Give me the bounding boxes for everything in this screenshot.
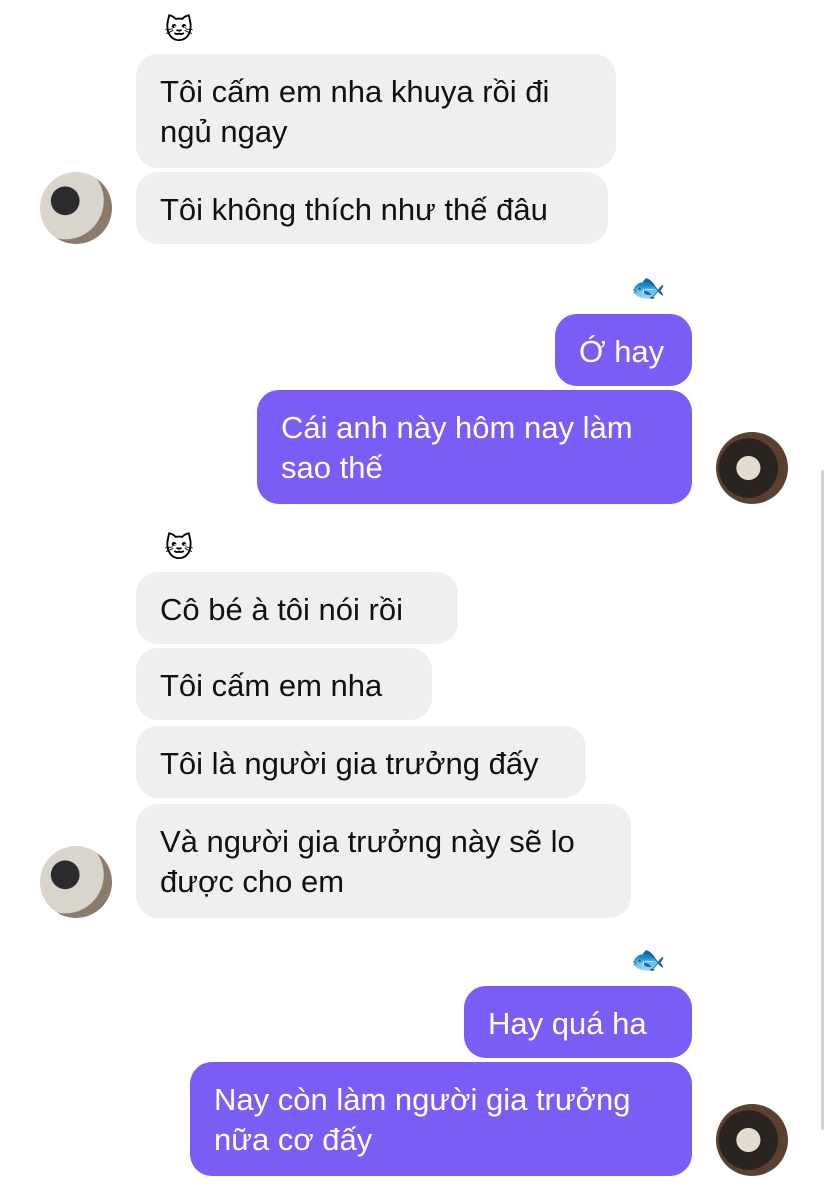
message-bubble[interactable]: Tôi cấm em nha: [136, 648, 432, 720]
cat-face-icon: 🐱: [164, 532, 194, 563]
scrollbar[interactable]: [821, 470, 824, 1130]
my-avatar[interactable]: [716, 1104, 788, 1176]
fish-icon: 🐟: [630, 944, 666, 975]
message-bubble[interactable]: Cô bé à tôi nói rồi: [136, 572, 458, 644]
message-bubble[interactable]: Tôi là người gia trưởng đấy: [136, 726, 586, 798]
message-bubble[interactable]: Hay quá ha: [464, 986, 692, 1058]
contact-avatar[interactable]: [40, 846, 112, 918]
message-bubble[interactable]: Và người gia trưởng này sẽ lo được cho e…: [136, 804, 631, 918]
message-bubble[interactable]: Cái anh này hôm nay làm sao thế: [257, 390, 692, 504]
message-bubble[interactable]: Tôi cấm em nha khuya rồi đi ngủ ngay: [136, 54, 616, 168]
fish-icon: 🐟: [630, 272, 666, 303]
cat-face-icon: 🐱: [164, 14, 194, 45]
contact-avatar[interactable]: [40, 172, 112, 244]
message-bubble[interactable]: Tôi không thích như thế đâu: [136, 172, 608, 244]
my-avatar[interactable]: [716, 432, 788, 504]
message-bubble[interactable]: Ớ hay: [555, 314, 692, 386]
message-bubble[interactable]: Nay còn làm người gia trưởng nữa cơ đấy: [190, 1062, 692, 1176]
